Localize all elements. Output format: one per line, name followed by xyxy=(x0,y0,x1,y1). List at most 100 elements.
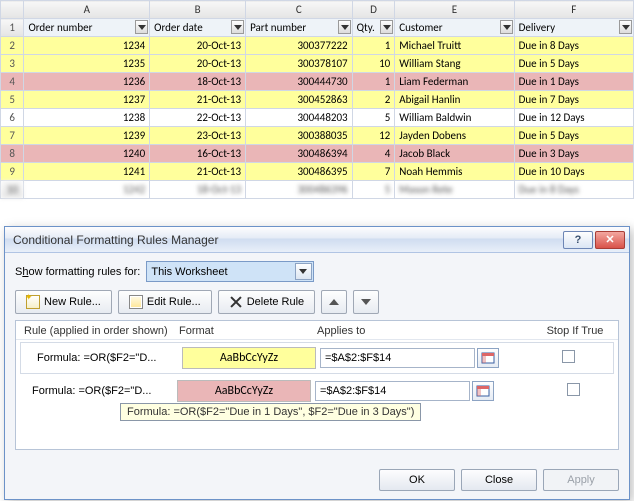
cell[interactable]: 1238 xyxy=(24,109,150,127)
stop-if-true-checkbox[interactable] xyxy=(562,350,575,363)
col-header-B[interactable]: B xyxy=(150,1,246,19)
cell[interactable]: Michael Truitt xyxy=(395,37,514,55)
col-header-F[interactable]: F xyxy=(514,1,633,19)
field-header[interactable]: Delivery xyxy=(514,19,633,37)
cell[interactable]: 5 xyxy=(352,181,395,199)
cell[interactable]: Liam Federman xyxy=(395,73,514,91)
filter-icon[interactable] xyxy=(500,20,513,34)
cell[interactable]: William Baldwin xyxy=(395,109,514,127)
cell[interactable]: 1242 xyxy=(24,181,150,199)
table-row[interactable]: 3123520-Oct-1330037810710William StangDu… xyxy=(1,55,634,73)
move-up-button[interactable] xyxy=(321,290,347,314)
cell[interactable]: 300378107 xyxy=(246,55,353,73)
edit-rule-button[interactable]: Edit Rule... xyxy=(118,290,212,314)
col-header-E[interactable]: E xyxy=(395,1,514,19)
ok-button[interactable]: OK xyxy=(379,469,455,491)
cell[interactable]: 4 xyxy=(352,145,395,163)
row-header[interactable]: 7 xyxy=(1,127,24,145)
window-close-button[interactable]: ✕ xyxy=(595,231,625,249)
cell[interactable]: 21-Oct-13 xyxy=(150,163,246,181)
cell[interactable]: Due in 10 Days xyxy=(514,163,633,181)
dialog-titlebar[interactable]: Conditional Formatting Rules Manager ? ✕ xyxy=(5,227,629,253)
cell[interactable]: 300486395 xyxy=(246,163,353,181)
row-header[interactable]: 6 xyxy=(1,109,24,127)
applies-to-input[interactable] xyxy=(320,348,475,368)
stop-if-true-checkbox[interactable] xyxy=(567,383,580,396)
cell[interactable]: 300377222 xyxy=(246,37,353,55)
cell[interactable]: 1239 xyxy=(24,127,150,145)
cell[interactable]: 1237 xyxy=(24,91,150,109)
cell[interactable]: 23-Oct-13 xyxy=(150,127,246,145)
cell[interactable]: 5 xyxy=(352,109,395,127)
show-rules-combo[interactable]: This Worksheet xyxy=(146,261,314,282)
table-row[interactable]: 5123721-Oct-133004528632Abigail HanlinDu… xyxy=(1,91,634,109)
row-header[interactable]: 3 xyxy=(1,55,24,73)
table-row[interactable]: 9124121-Oct-133004863957Noah HemmisDue i… xyxy=(1,163,634,181)
row-header[interactable]: 10 xyxy=(1,181,24,199)
table-row[interactable]: 10124218-Oct-133004863965Mason ReteDue i… xyxy=(1,181,634,199)
filter-icon[interactable] xyxy=(338,20,351,34)
cell[interactable]: 7 xyxy=(352,163,395,181)
cell[interactable]: 22-Oct-13 xyxy=(150,109,246,127)
range-picker-icon[interactable] xyxy=(472,381,494,401)
filter-icon[interactable] xyxy=(380,20,393,34)
cell[interactable]: William Stang xyxy=(395,55,514,73)
cell[interactable]: Mason Rete xyxy=(395,181,514,199)
delete-rule-button[interactable]: Delete Rule xyxy=(218,290,316,314)
applies-to-input[interactable] xyxy=(315,381,470,401)
cell[interactable]: Jacob Black xyxy=(395,145,514,163)
cell[interactable]: 300388035 xyxy=(246,127,353,145)
table-row[interactable]: 6123822-Oct-133004482035William BaldwinD… xyxy=(1,109,634,127)
cell[interactable]: 1236 xyxy=(24,73,150,91)
row-header[interactable]: 1 xyxy=(1,19,24,37)
cell[interactable]: Due in 5 Days xyxy=(514,55,633,73)
table-row[interactable]: 7123923-Oct-1330038803512Jayden DobensDu… xyxy=(1,127,634,145)
row-header[interactable]: 8 xyxy=(1,145,24,163)
table-row[interactable]: 4123618-Oct-133004447301Liam FedermanDue… xyxy=(1,73,634,91)
cell[interactable]: Due in 8 Days xyxy=(514,37,633,55)
cell[interactable]: Due in 1 Days xyxy=(514,73,633,91)
rule-row[interactable]: Formula: =OR($F2="D...AaBbCcYyZz xyxy=(20,342,614,374)
table-row[interactable]: 2123420-Oct-133003772221Michael TruittDu… xyxy=(1,37,634,55)
cell[interactable]: 300452863 xyxy=(246,91,353,109)
cell[interactable]: 300486394 xyxy=(246,145,353,163)
col-header-C[interactable]: C xyxy=(246,1,353,19)
select-all-corner[interactable] xyxy=(1,1,24,19)
row-header[interactable]: 9 xyxy=(1,163,24,181)
cell[interactable]: Due in 5 Days xyxy=(514,127,633,145)
field-header[interactable]: Order number xyxy=(24,19,150,37)
chevron-down-icon[interactable] xyxy=(295,263,312,280)
cell[interactable]: 300486396 xyxy=(246,181,353,199)
cell[interactable]: 18-Oct-13 xyxy=(150,181,246,199)
field-header[interactable]: Order date xyxy=(150,19,246,37)
new-rule-button[interactable]: New Rule... xyxy=(15,290,112,314)
cell[interactable]: 1235 xyxy=(24,55,150,73)
cell[interactable]: 1241 xyxy=(24,163,150,181)
close-button[interactable]: Close xyxy=(461,469,537,491)
cell[interactable]: 2 xyxy=(352,91,395,109)
row-header[interactable]: 2 xyxy=(1,37,24,55)
filter-icon[interactable] xyxy=(231,20,244,34)
cell[interactable]: 1240 xyxy=(24,145,150,163)
cell[interactable]: 300448203 xyxy=(246,109,353,127)
cell[interactable]: 18-Oct-13 xyxy=(150,73,246,91)
cell[interactable]: 1234 xyxy=(24,37,150,55)
rule-row[interactable]: Formula: =OR($F2="D...AaBbCcYyZz xyxy=(16,376,618,406)
range-picker-icon[interactable] xyxy=(477,348,499,368)
cell[interactable]: 300444730 xyxy=(246,73,353,91)
cell[interactable]: 16-Oct-13 xyxy=(150,145,246,163)
field-header[interactable]: Part number xyxy=(246,19,353,37)
cell[interactable]: 20-Oct-13 xyxy=(150,55,246,73)
field-header[interactable]: Customer xyxy=(395,19,514,37)
cell[interactable]: Jayden Dobens xyxy=(395,127,514,145)
field-header[interactable]: Qty. xyxy=(352,19,395,37)
cell[interactable]: 1 xyxy=(352,37,395,55)
cell[interactable]: Abigail Hanlin xyxy=(395,91,514,109)
cell[interactable]: 12 xyxy=(352,127,395,145)
cell[interactable]: Due in 3 Days xyxy=(514,145,633,163)
cell[interactable]: Due in 12 Days xyxy=(514,109,633,127)
filter-icon[interactable] xyxy=(619,20,632,34)
help-button[interactable]: ? xyxy=(563,231,593,249)
cell[interactable]: Due in 7 Days xyxy=(514,91,633,109)
table-row[interactable]: 8124016-Oct-133004863944Jacob BlackDue i… xyxy=(1,145,634,163)
